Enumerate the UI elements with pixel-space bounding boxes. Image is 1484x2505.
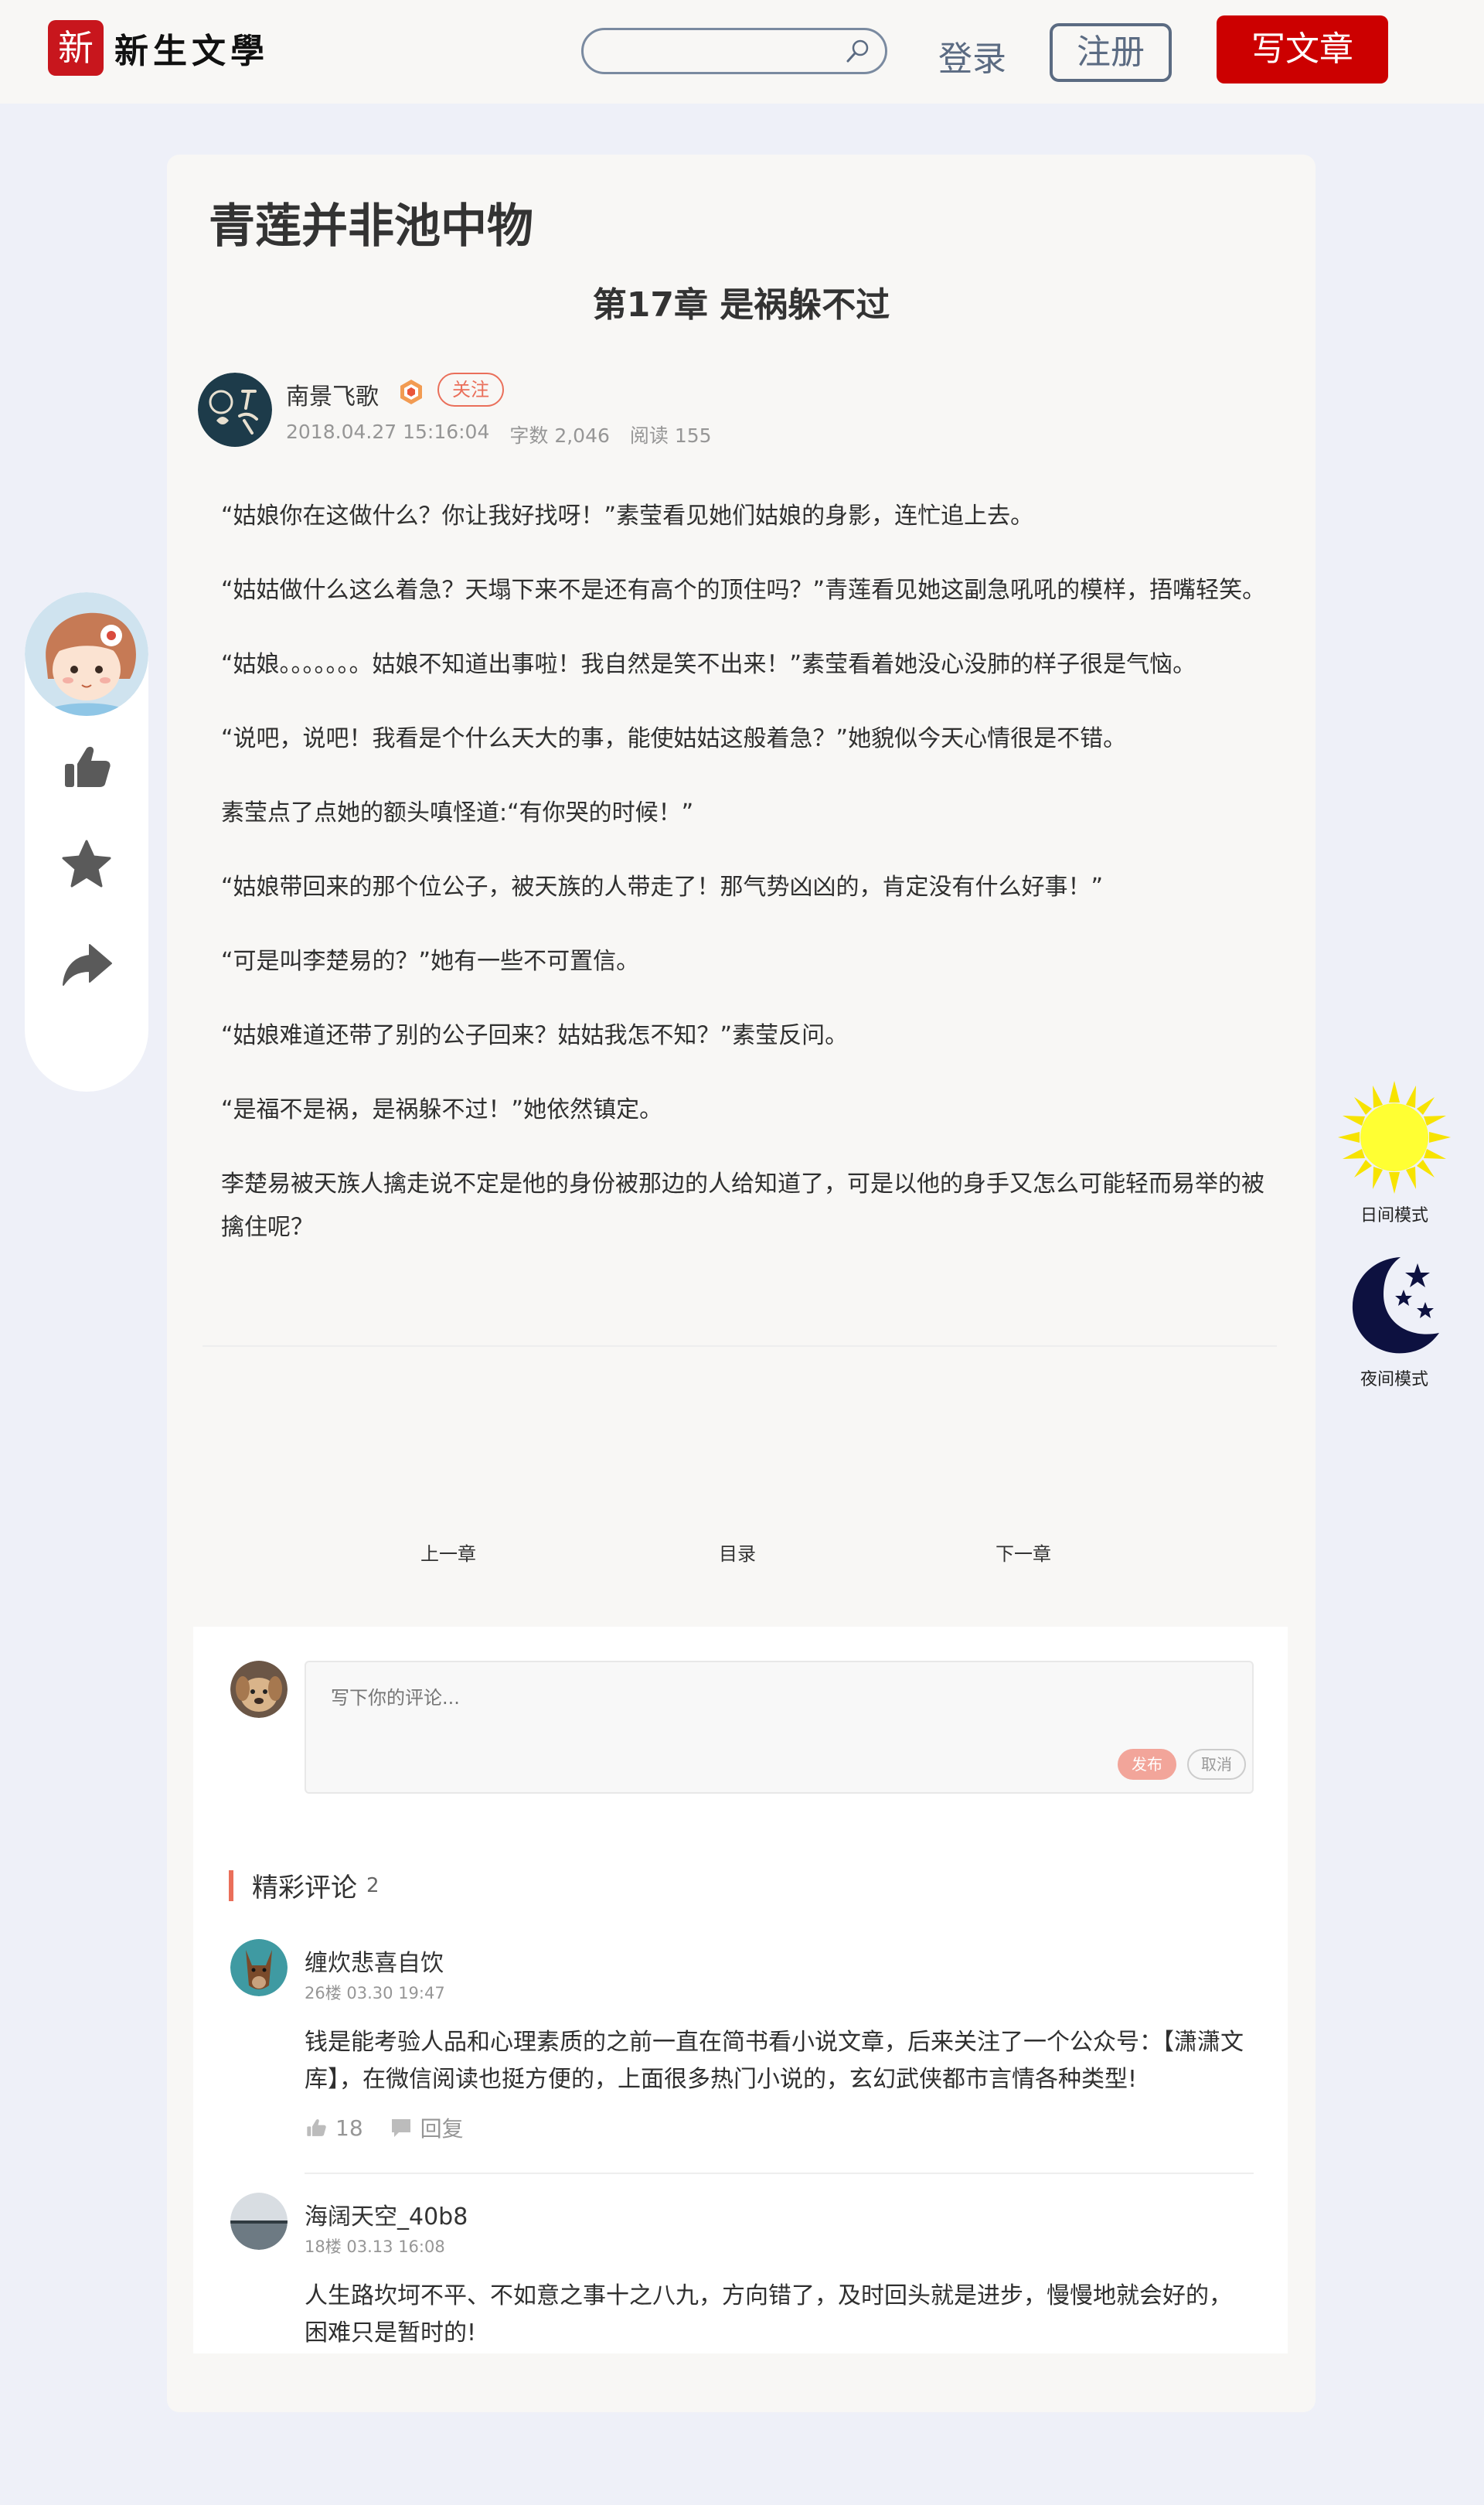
side-toolbar	[25, 592, 148, 1092]
paragraph: “姑娘难道还带了别的公子回来？姑姑我怎不知？”素莹反问。	[221, 1022, 849, 1049]
comment-text: 人生路坎坷不平、不如意之事十之八九，方向错了，及时回头就是进步，慢慢地就会好的，…	[305, 2282, 1232, 2347]
paragraph: “可是叫李楚易的？”她有一些不可置信。	[221, 948, 640, 975]
author-avatar[interactable]	[198, 373, 272, 447]
accent-bar	[229, 1869, 233, 1901]
moon-icon	[1352, 1257, 1439, 1354]
comments-title: 精彩评论	[252, 1873, 357, 1903]
comment-text: 钱是能考验人品和心理素质的之前一直在简书看小说文章，后来关注了一个公众号：【潇潇…	[305, 2029, 1244, 2093]
chapter-navigation: 上一章 目录 下一章	[167, 1539, 1316, 1569]
publish-button[interactable]: 发布	[1118, 1749, 1176, 1780]
thumbs-up-icon	[307, 2119, 326, 2136]
share-icon[interactable]	[59, 937, 114, 993]
paragraph: 李楚易被天族人擒走说不定是他的身份被那边的人给知道了，可是以他的身手又怎么可能轻…	[221, 1171, 1264, 1241]
search-input[interactable]	[599, 30, 849, 73]
follow-button[interactable]: 关注	[437, 373, 504, 407]
word-count: 字数 2,046	[509, 424, 610, 447]
novel-title[interactable]: 青莲并非池中物	[209, 189, 533, 256]
paragraph: “是福不是祸，是祸躲不过！”她依然镇定。	[221, 1096, 663, 1123]
commenter-avatar[interactable]	[230, 2193, 288, 2250]
article-card: 青莲并非池中物 第17章 是祸躲不过 南景飞歌 关注 2018.04.27 15…	[167, 155, 1316, 2412]
commenter-name[interactable]: 缠炊悲喜自饮	[305, 1944, 444, 1978]
chapter-title: 第17章 是祸躲不过	[592, 285, 890, 325]
paragraph: “姑姑做什么这么着急？天塌下来不是还有高个的顶住吗？”青莲看见她这副急吼吼的模样…	[221, 577, 1266, 604]
comments-panel: 发布 取消 精彩评论 2 缠炊悲喜自饮 26楼 03.30 19:47 钱是能考…	[193, 1627, 1288, 2353]
search-box[interactable]	[581, 28, 887, 74]
comment-item: 海阔天空_40b8 18楼 03.13 16:08 人生路坎坷不平、不如意之事十…	[230, 2193, 1254, 2347]
comment-divider	[305, 2173, 1254, 2174]
top-navbar: 新 新生文學 登录 注册 写文章	[0, 0, 1484, 104]
chapter-content: “姑娘你在这做什么？你让我好找呀！”素莹看见她们姑娘的身影，连忙追上去。 “姑姑…	[221, 495, 1272, 1280]
commenter-avatar[interactable]	[230, 1939, 288, 1996]
author-name[interactable]: 南景飞歌	[286, 377, 379, 411]
comment-item: 缠炊悲喜自饮 26楼 03.30 19:47 钱是能考验人品和心理素质的之前一直…	[230, 1939, 1254, 2179]
comments-header: 精彩评论 2	[229, 1866, 380, 1904]
register-button[interactable]: 注册	[1050, 23, 1172, 82]
reply-button[interactable]: 回复	[390, 2112, 464, 2143]
reply-label: 回复	[420, 2116, 464, 2142]
content-divider	[203, 1345, 1277, 1347]
next-chapter-link[interactable]: 下一章	[996, 1539, 1051, 1566]
article-meta: 2018.04.27 15:16:04 字数 2,046 阅读 155	[286, 421, 712, 448]
paragraph: “姑娘你在这做什么？你让我好找呀！”素莹看见她们姑娘的身影，连忙追上去。	[221, 503, 1034, 530]
current-user-avatar	[230, 1661, 288, 1718]
logo-text: 新生文學	[114, 32, 269, 71]
like-count: 18	[335, 2115, 363, 2141]
paragraph: “说吧，说吧！我看是个什么天大的事，能使姑姑这般着急？”她貌似今天心情很是不错。	[221, 725, 1127, 752]
sun-icon	[1338, 1081, 1451, 1194]
comment-meta: 26楼 03.30 19:47	[305, 1984, 445, 2002]
night-mode-toggle[interactable]: 夜间模式	[1333, 1251, 1456, 1390]
like-button[interactable]: 18	[305, 2115, 363, 2141]
comment-input[interactable]	[329, 1681, 1229, 1746]
publish-date: 2018.04.27 15:16:04	[286, 421, 490, 443]
day-mode-label: 日间模式	[1360, 1206, 1428, 1225]
comment-bubble-icon	[391, 2119, 410, 2137]
read-count: 阅读 155	[629, 424, 712, 447]
cancel-button[interactable]: 取消	[1187, 1749, 1246, 1780]
night-mode-label: 夜间模式	[1360, 1370, 1428, 1389]
star-icon[interactable]	[59, 837, 114, 892]
prev-chapter-link[interactable]: 上一章	[420, 1539, 476, 1566]
table-of-contents-link[interactable]: 目录	[719, 1539, 756, 1566]
day-mode-toggle[interactable]: 日间模式	[1333, 1079, 1456, 1226]
thumbs-up-icon[interactable]	[59, 739, 114, 795]
write-article-button[interactable]: 写文章	[1217, 15, 1388, 84]
paragraph: “姑娘带回来的那个位公子，被天族的人带走了！那气势凶凶的，肯定没有什么好事！”	[221, 874, 1104, 901]
paragraph: “姑娘。。。。。。。姑娘不知道出事啦！我自然是笑不出来！”素莹看着她没心没肺的样…	[221, 651, 1196, 678]
commenter-name[interactable]: 海阔天空_40b8	[305, 2197, 468, 2231]
comment-editor: 发布 取消	[305, 1661, 1254, 1794]
paragraph: 素莹点了点她的额头嗔怪道:“有你哭的时候！”	[221, 799, 694, 826]
comments-count: 2	[366, 1873, 380, 1897]
comment-actions: 18 回复	[305, 2112, 490, 2143]
verified-badge-icon	[400, 380, 422, 404]
site-logo[interactable]: 新 新生文學	[48, 19, 269, 77]
login-link[interactable]: 登录	[938, 31, 1006, 80]
reader-avatar[interactable]	[25, 592, 148, 716]
comment-meta: 18楼 03.13 16:08	[305, 2237, 445, 2256]
logo-mark-icon: 新	[48, 20, 104, 76]
search-icon[interactable]	[845, 38, 871, 64]
